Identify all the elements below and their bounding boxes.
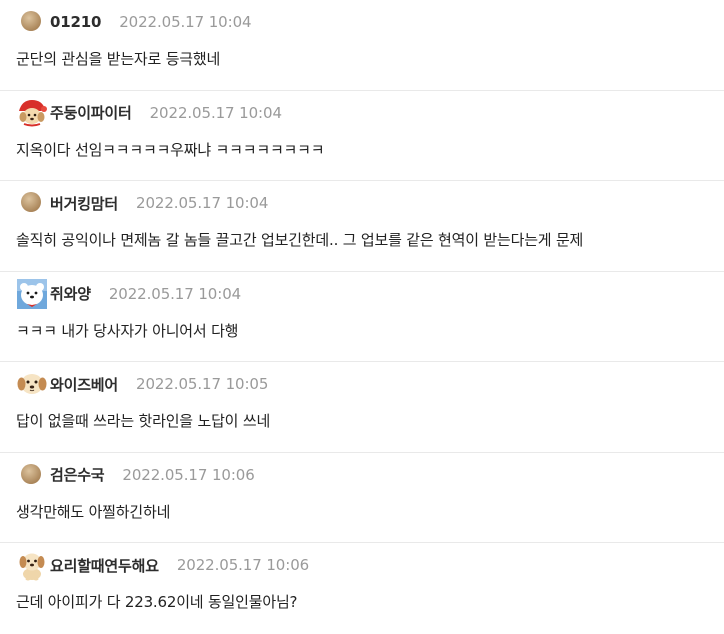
comment-date: 2022.05.17 10:06 bbox=[176, 556, 310, 574]
comment-text: 답이 없을때 쓰라는 핫라인을 노답이 쓰네 bbox=[16, 412, 271, 430]
comment-meta: 01210 2022.05.17 10:04 bbox=[16, 6, 252, 38]
default-dot-icon[interactable] bbox=[16, 459, 48, 491]
comment-item: 검은수국 2022.05.17 10:06 생각만해도 아찔하긴하네 bbox=[0, 453, 724, 543]
comment-item: 와이즈베어 2022.05.17 10:05 답이 없을때 쓰라는 핫라인을 노… bbox=[0, 362, 724, 453]
comment-date: 2022.05.17 10:04 bbox=[108, 284, 242, 303]
comment-text: 생각만해도 아찔하긴하네 bbox=[16, 502, 171, 521]
comment-text: 근데 아이피가 다 223.62이네 동일인물아님? bbox=[16, 593, 298, 611]
comment-text: 지옥이다 선임ㅋㅋㅋㅋㅋ우짜냐 ㅋㅋㅋㅋㅋㅋㅋㅋ bbox=[16, 140, 325, 159]
comment-nickname[interactable]: 검은수국 bbox=[50, 464, 105, 485]
comment-meta: 검은수국 2022.05.17 10:06 bbox=[16, 461, 255, 489]
comment-nickname[interactable]: 쥐와양 bbox=[50, 283, 91, 304]
comment-nickname[interactable]: 요리할때연두해요 bbox=[50, 555, 159, 576]
comment-item: 주둥이파이터 2022.05.17 10:04 지옥이다 선임ㅋㅋㅋㅋㅋ우짜냐 … bbox=[0, 91, 724, 181]
comment-meta: 요리할때연두해요 2022.05.17 10:06 bbox=[16, 549, 310, 581]
comment-meta: 주둥이파이터 2022.05.17 10:04 bbox=[16, 99, 282, 127]
comment-meta: 버거킹맘터 2022.05.17 10:04 bbox=[16, 189, 268, 217]
puppy-red-hat-icon[interactable] bbox=[16, 97, 48, 129]
comment-date: 2022.05.17 10:04 bbox=[119, 13, 252, 31]
default-dot-icon[interactable] bbox=[16, 6, 48, 38]
comment-text: 군단의 관심을 받는자로 등극했네 bbox=[16, 50, 221, 68]
comment-item: 01210 2022.05.17 10:04 군단의 관심을 받는자로 등극했네 bbox=[0, 0, 724, 91]
comment-nickname[interactable]: 01210 bbox=[50, 13, 101, 31]
comment-nickname[interactable]: 버거킹맘터 bbox=[50, 193, 118, 214]
puppy-face-icon[interactable] bbox=[16, 368, 48, 400]
comment-nickname[interactable]: 주둥이파이터 bbox=[50, 102, 132, 123]
comment-nickname[interactable]: 와이즈베어 bbox=[50, 374, 118, 395]
comment-item: 요리할때연두해요 2022.05.17 10:06 근데 아이피가 다 223.… bbox=[0, 543, 724, 634]
polar-bear-icon[interactable] bbox=[16, 278, 48, 310]
comment-meta: 쥐와양 2022.05.17 10:04 bbox=[16, 278, 242, 310]
comment-date: 2022.05.17 10:06 bbox=[122, 465, 255, 484]
comment-meta: 와이즈베어 2022.05.17 10:05 bbox=[16, 370, 268, 398]
comment-item: 쥐와양 2022.05.17 10:04 ㅋㅋㅋ 내가 당사자가 아니어서 다행 bbox=[0, 272, 724, 362]
comment-item: 버거킹맘터 2022.05.17 10:04 솔직히 공익이나 면제놈 갈 놈들… bbox=[0, 181, 724, 272]
comment-list: 01210 2022.05.17 10:04 군단의 관심을 받는자로 등극했네 bbox=[0, 0, 724, 623]
default-dot-icon[interactable] bbox=[16, 187, 48, 219]
comment-date: 2022.05.17 10:05 bbox=[136, 375, 269, 393]
puppy-sitting-icon[interactable] bbox=[16, 549, 48, 581]
comment-text: 솔직히 공익이나 면제놈 갈 놈들 끌고간 업보긴한데.. 그 업보를 같은 현… bbox=[16, 231, 584, 249]
comment-date: 2022.05.17 10:04 bbox=[149, 103, 282, 122]
comment-date: 2022.05.17 10:04 bbox=[136, 194, 269, 212]
comment-text: ㅋㅋㅋ 내가 당사자가 아니어서 다행 bbox=[16, 321, 239, 340]
